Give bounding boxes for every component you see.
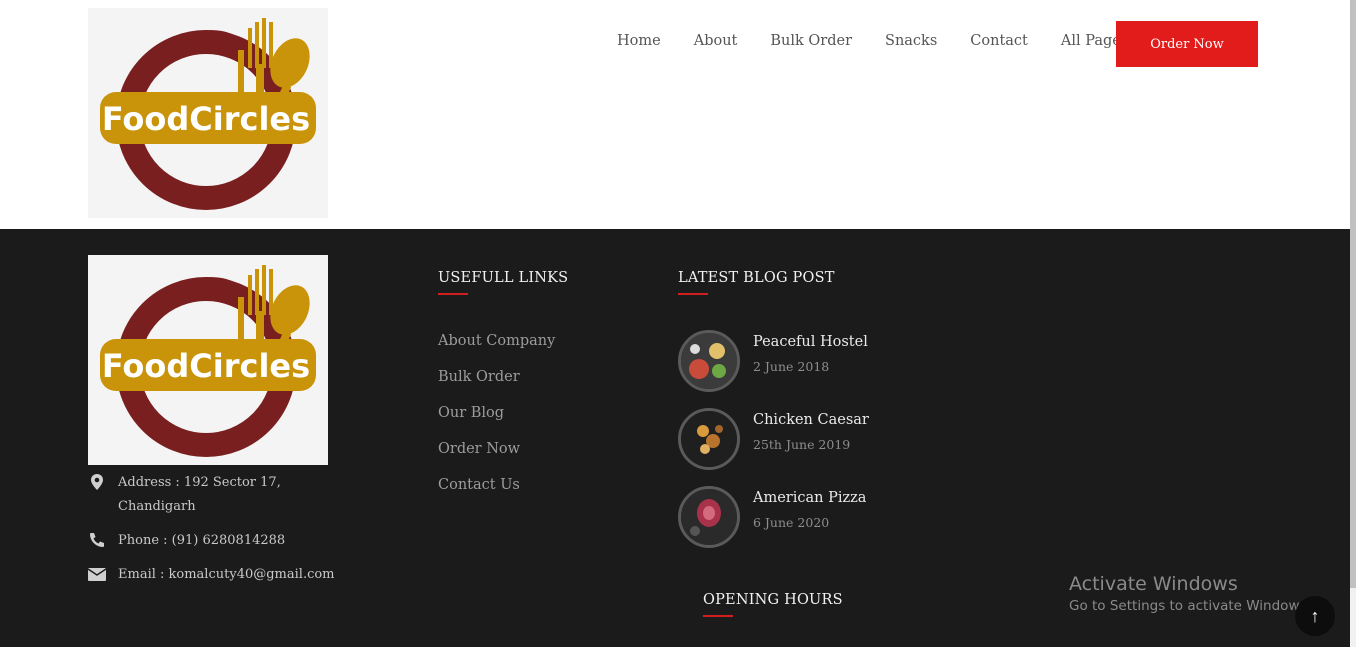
address-text: Address : 192 Sector 17, Chandigarh <box>118 475 281 514</box>
foodcircles-logo-graphic: FoodCircles <box>100 265 316 457</box>
link-bulk-order[interactable]: Bulk Order <box>438 369 520 385</box>
opening-hours-title: OPENING HOURS <box>703 592 843 608</box>
contact-address: Address : 192 Sector 17, Chandigarh <box>88 471 348 519</box>
foodcircles-logo-graphic: FoodCircles <box>100 18 316 210</box>
link-about-company[interactable]: About Company <box>438 333 555 349</box>
activate-windows-watermark: Activate Windows Go to Settings to activ… <box>1069 573 1311 614</box>
watermark-line-2: Go to Settings to activate Windows. <box>1069 598 1311 614</box>
blog-post-date: 2 June 2018 <box>753 359 830 374</box>
blog-thumbnail <box>678 408 740 470</box>
footer-logo[interactable]: FoodCircles <box>88 255 328 465</box>
title-underline <box>703 615 733 617</box>
site-header: FoodCircles Home About Bulk Order Snacks… <box>0 0 1350 229</box>
map-marker-icon <box>91 474 103 490</box>
useful-links-title: USEFULL LINKS <box>438 270 569 286</box>
watermark-line-1: Activate Windows <box>1069 573 1238 595</box>
nav-snacks[interactable]: Snacks <box>885 33 937 49</box>
logo-wordmark: FoodCircles <box>102 100 310 138</box>
nav-about[interactable]: About <box>694 33 738 49</box>
title-underline <box>678 293 708 295</box>
blog-post-title: Peaceful Hostel <box>753 334 868 350</box>
page-scrollbar[interactable] <box>1350 0 1356 647</box>
arrow-up-icon: ↑ <box>1310 605 1320 626</box>
envelope-icon <box>88 568 106 581</box>
blog-thumbnail <box>678 330 740 392</box>
logo-wordmark: FoodCircles <box>102 347 310 385</box>
site-logo[interactable]: FoodCircles <box>88 8 328 218</box>
link-our-blog[interactable]: Our Blog <box>438 405 504 421</box>
blog-post-date: 6 June 2020 <box>753 515 830 530</box>
email-text: Email : komalcuty40@gmail.com <box>118 567 335 582</box>
order-now-button[interactable]: Order Now <box>1116 21 1258 67</box>
blog-post-date: 25th June 2019 <box>753 437 851 452</box>
link-contact-us[interactable]: Contact Us <box>438 477 520 493</box>
blog-post-title: American Pizza <box>753 490 867 506</box>
blog-title: LATEST BLOG POST <box>678 270 835 286</box>
nav-contact[interactable]: Contact <box>970 33 1028 49</box>
blog-post[interactable]: Chicken Caesar 25th June 2019 <box>678 408 938 470</box>
blog-post[interactable]: American Pizza 6 June 2020 <box>678 486 938 548</box>
blog-post[interactable]: Peaceful Hostel 2 June 2018 <box>678 330 938 392</box>
main-nav: Home About Bulk Order Snacks Contact All… <box>617 33 1161 49</box>
blog-post-title: Chicken Caesar <box>753 412 869 428</box>
phone-text: Phone : (91) 6280814288 <box>118 533 286 548</box>
phone-icon <box>90 533 104 547</box>
nav-bulk-order[interactable]: Bulk Order <box>770 33 852 49</box>
scroll-to-top-button[interactable]: ↑ <box>1295 596 1335 636</box>
nav-home[interactable]: Home <box>617 33 661 49</box>
scrollbar-thumb[interactable] <box>1350 0 1356 588</box>
contact-email: Email : komalcuty40@gmail.com <box>88 563 368 587</box>
link-order-now[interactable]: Order Now <box>438 441 520 457</box>
contact-phone: Phone : (91) 6280814288 <box>88 529 348 553</box>
blog-thumbnail <box>678 486 740 548</box>
title-underline <box>438 293 468 295</box>
